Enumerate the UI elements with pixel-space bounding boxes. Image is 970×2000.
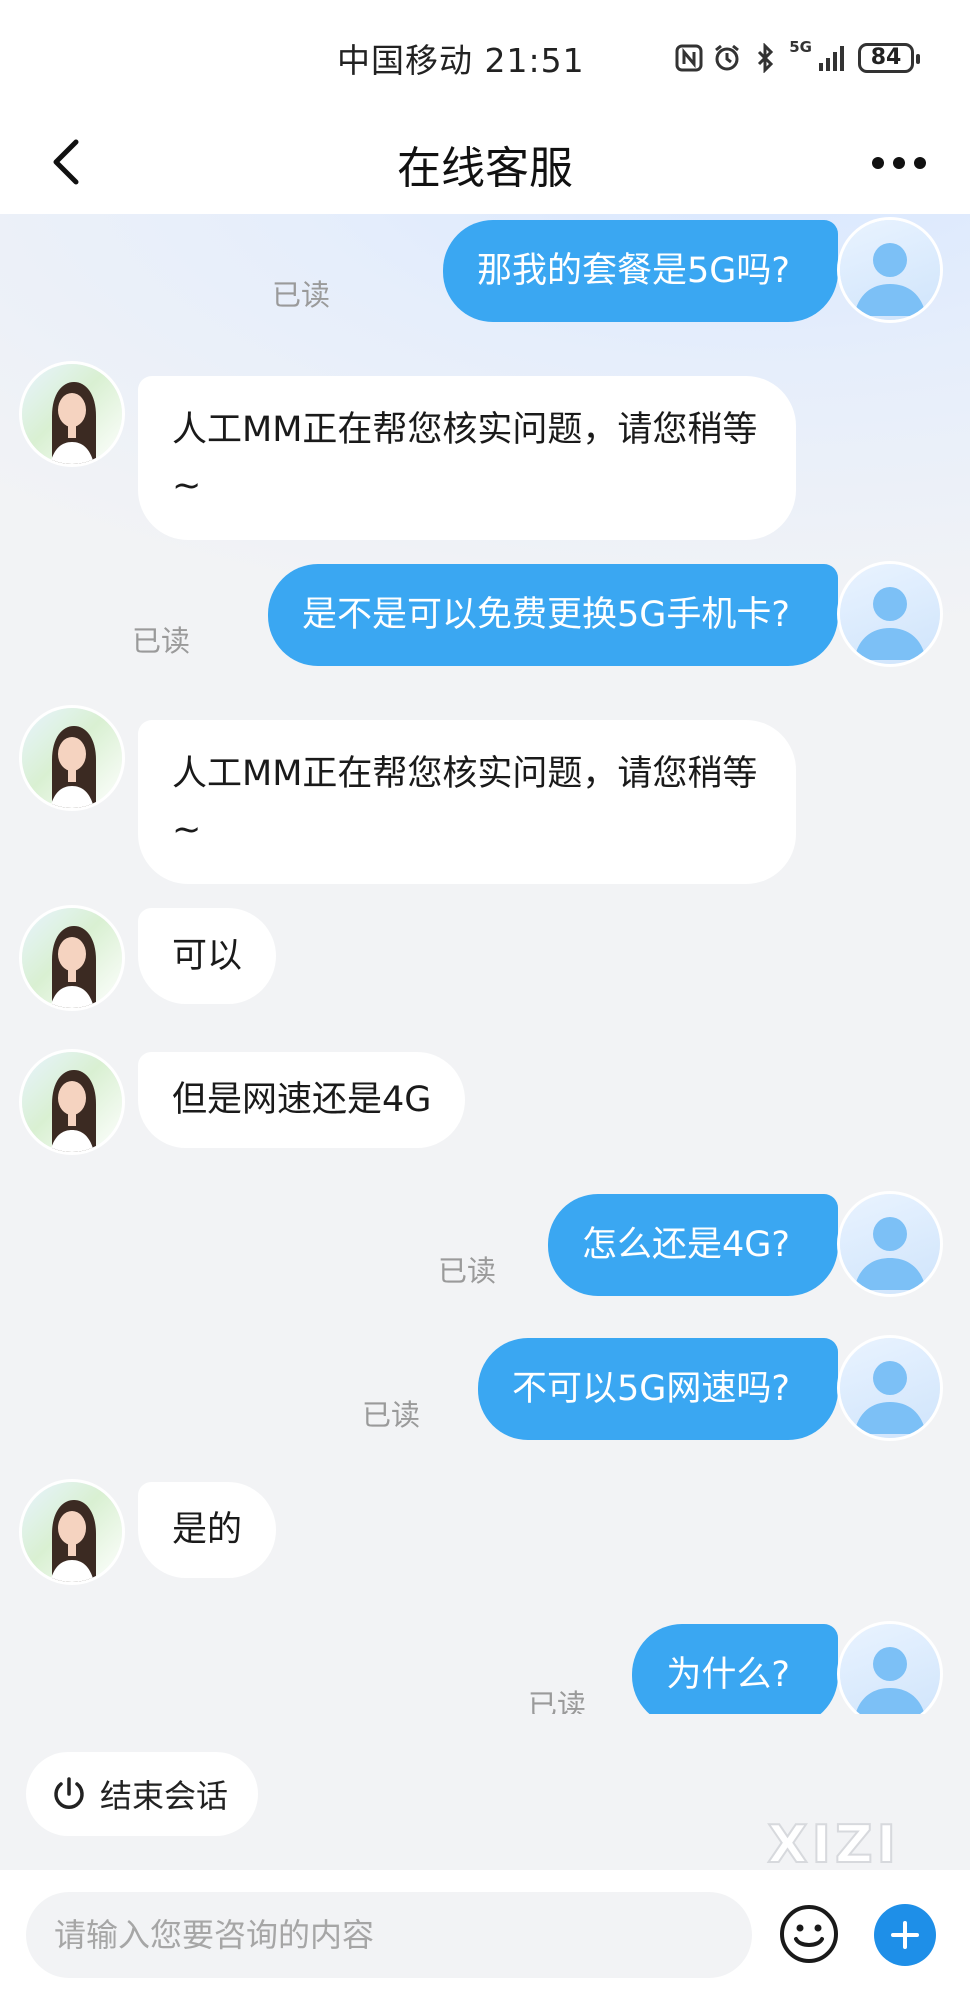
end-session-button[interactable]: 结束会话: [26, 1752, 259, 1836]
signal-icon: [819, 46, 844, 71]
status-bar: 中国移动 21:51 5G 84: [0, 0, 970, 110]
user-avatar: [840, 220, 940, 320]
read-receipt: 已读: [131, 624, 190, 658]
agent-avatar: [22, 364, 122, 464]
message-bubble-agent[interactable]: 但是网速还是4G: [138, 1052, 466, 1148]
user-avatar: [840, 564, 940, 664]
agent-avatar: [22, 1482, 122, 1582]
nav-bar: 在线客服: [0, 110, 970, 214]
end-session-label: 结束会话: [100, 1777, 229, 1815]
emoji-icon[interactable]: [778, 1903, 840, 1965]
bluetooth-icon: [758, 43, 774, 73]
read-receipt: 已读: [437, 1254, 496, 1288]
watermark: XIZI: [767, 1814, 900, 1876]
message-row-agent: 可以: [0, 908, 970, 1018]
message-bubble-agent[interactable]: 可以: [138, 908, 277, 1004]
carrier-time: 中国移动 21:51: [337, 41, 585, 80]
message-row-user: 已读 那我的套餐是5G吗?: [0, 214, 970, 324]
more-icon[interactable]: [864, 138, 934, 188]
chat-area[interactable]: 已读 那我的套餐是5G吗? 人工MM正在帮您核实问题，请您稍等~ 已读 是不是可…: [0, 214, 970, 1714]
read-receipt: 已读: [527, 1688, 586, 1714]
agent-avatar: [22, 908, 122, 1008]
page-title: 在线客服: [397, 143, 573, 194]
network-label: 5G: [789, 38, 812, 56]
message-bubble-user[interactable]: 是不是可以免费更换5G手机卡?: [268, 564, 838, 666]
message-bubble-agent[interactable]: 人工MM正在帮您核实问题，请您稍等~: [138, 376, 796, 540]
message-bubble-agent[interactable]: 人工MM正在帮您核实问题，请您稍等~: [138, 720, 796, 884]
message-input[interactable]: [26, 1892, 752, 1978]
alarm-icon: [715, 44, 740, 71]
plus-icon[interactable]: [874, 1904, 936, 1966]
user-avatar: [840, 1624, 940, 1714]
message-bubble-user[interactable]: 为什么?: [632, 1624, 838, 1714]
nfc-icon: [675, 44, 703, 72]
message-row-agent: 人工MM正在帮您核实问题，请您稍等~: [0, 708, 970, 884]
status-icons: 5G 84: [675, 38, 920, 76]
message-row-user: 已读 为什么?: [0, 1624, 970, 1714]
power-icon: [54, 1777, 84, 1809]
read-receipt: 已读: [271, 278, 330, 312]
message-bubble-user[interactable]: 怎么还是4G?: [548, 1194, 838, 1296]
battery-indicator: 84: [858, 43, 920, 73]
message-row-user: 已读 不可以5G网速吗?: [0, 1338, 970, 1448]
message-bubble-agent[interactable]: 是的: [138, 1482, 277, 1578]
message-row-agent: 但是网速还是4G: [0, 1052, 970, 1162]
message-row-user: 已读 怎么还是4G?: [0, 1194, 970, 1304]
message-row-user: 已读 是不是可以免费更换5G手机卡?: [0, 562, 970, 672]
agent-avatar: [22, 1052, 122, 1152]
message-bubble-user[interactable]: 那我的套餐是5G吗?: [443, 220, 838, 322]
agent-avatar: [22, 708, 122, 808]
message-bubble-user[interactable]: 不可以5G网速吗?: [478, 1338, 838, 1440]
read-receipt: 已读: [361, 1398, 420, 1432]
message-row-agent: 是的: [0, 1482, 970, 1592]
user-avatar: [840, 1338, 940, 1438]
user-avatar: [840, 1194, 940, 1294]
message-row-agent: 人工MM正在帮您核实问题，请您稍等~: [0, 364, 970, 540]
input-bar: [0, 1870, 970, 2000]
